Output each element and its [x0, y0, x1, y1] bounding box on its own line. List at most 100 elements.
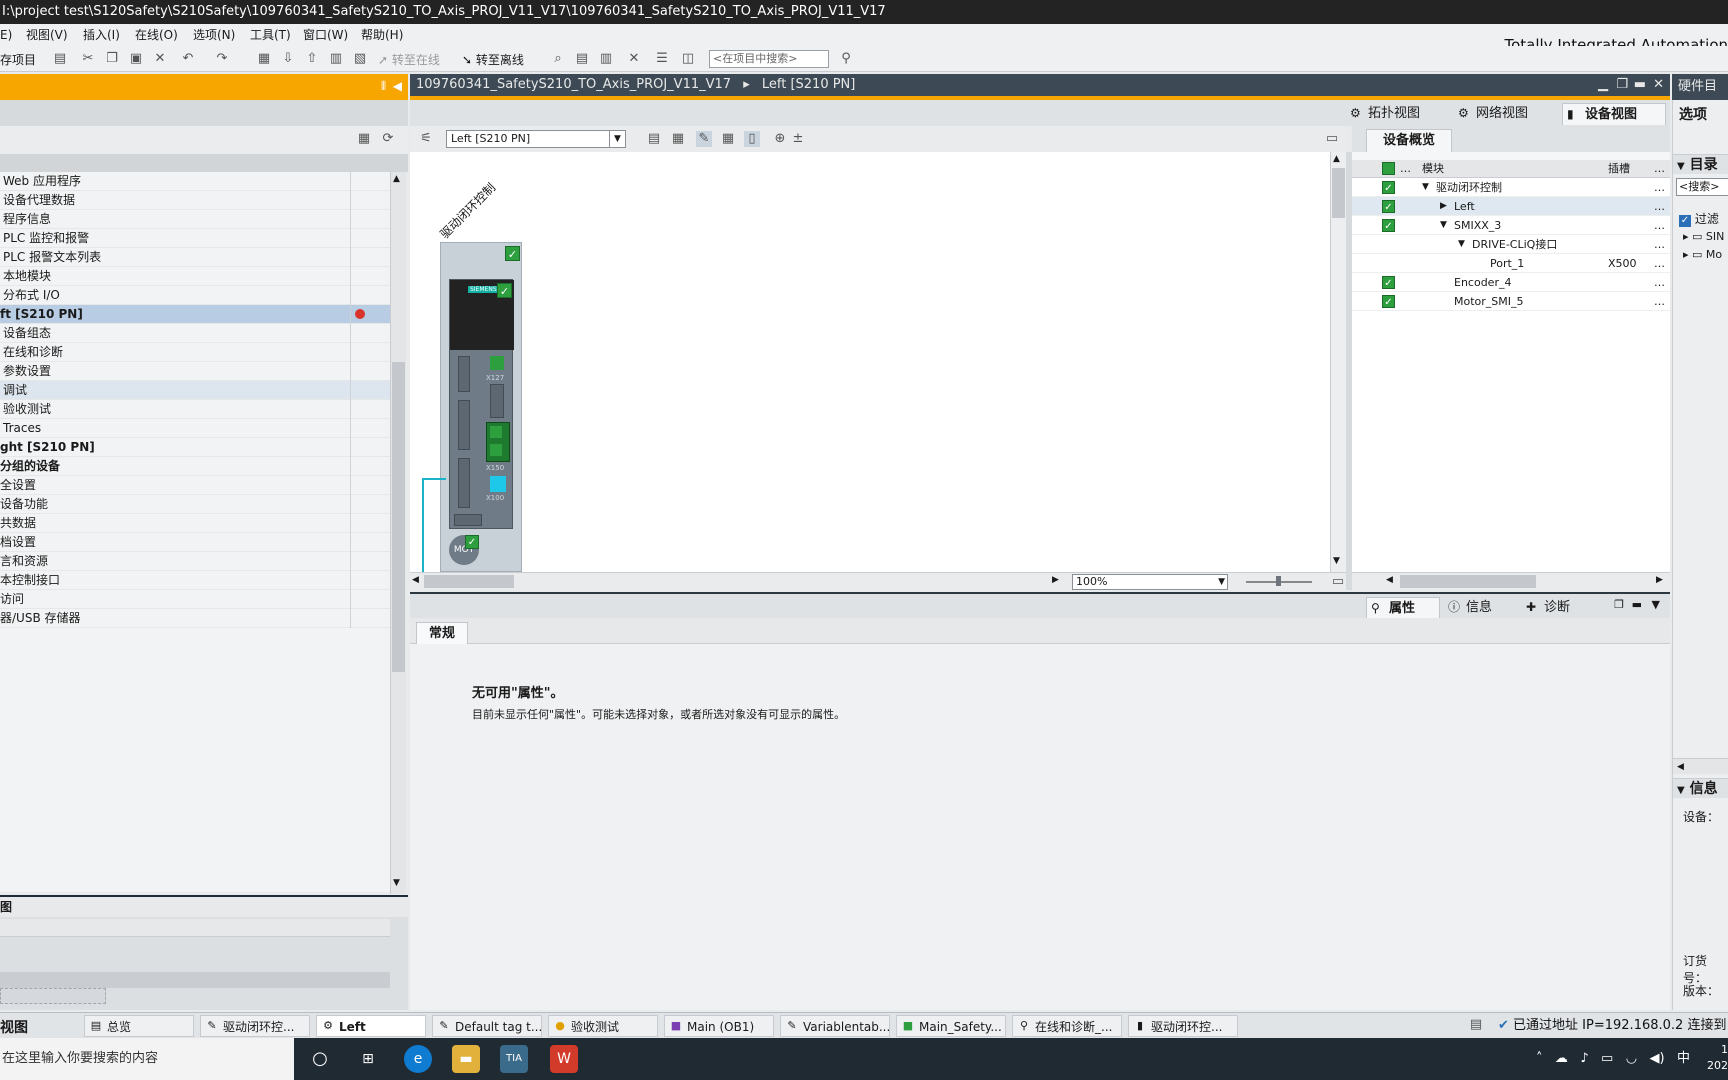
- overview-toggle-icon[interactable]: ▭: [1324, 131, 1340, 147]
- volume-icon[interactable]: ◀): [1649, 1051, 1664, 1066]
- canvas-hscroll-thumb[interactable]: [424, 575, 514, 588]
- canvas-scroll-down-icon[interactable]: ▼: [1333, 556, 1340, 566]
- tab-properties[interactable]: ⚲ 属性: [1366, 597, 1440, 619]
- mic-icon[interactable]: ♪: [1580, 1051, 1588, 1066]
- page-break-icon[interactable]: ▯: [744, 131, 760, 147]
- redo-icon[interactable]: ↷: [214, 51, 230, 67]
- tree-item[interactable]: ght [S210 PN]: [0, 438, 390, 457]
- project-tree-scrollbar[interactable]: ▲ ▼: [390, 172, 406, 894]
- tree-item[interactable]: 档设置: [0, 533, 390, 552]
- cloud-icon[interactable]: ☁: [1555, 1051, 1568, 1066]
- tab-diagnostics[interactable]: ✚ 诊断: [1522, 597, 1596, 619]
- file-explorer-icon[interactable]: ▬: [452, 1045, 480, 1073]
- menu-edit[interactable]: E): [0, 24, 12, 46]
- tree-item[interactable]: 访问: [0, 590, 390, 609]
- tree-item[interactable]: ft [S210 PN]: [0, 305, 390, 324]
- tab-acceptance-test[interactable]: ● 验收测试: [548, 1015, 658, 1037]
- simulate-icon[interactable]: ▥: [328, 51, 344, 67]
- overview-row[interactable]: ✓ Encoder_4…: [1352, 273, 1670, 292]
- fit-view-icon[interactable]: ▭: [1330, 574, 1346, 590]
- overview-row[interactable]: ✓ ▼ SMIXX_3…: [1352, 216, 1670, 235]
- overview-more-icon[interactable]: …: [1654, 292, 1665, 311]
- tab-default-tag[interactable]: ✎ Default tag t...: [432, 1015, 542, 1037]
- edge-icon[interactable]: e: [404, 1045, 432, 1073]
- catalog-search-input[interactable]: <搜索>: [1676, 178, 1728, 196]
- device-tool-icon[interactable]: ⚟: [418, 131, 434, 147]
- catalog-tab[interactable]: 硬件目: [1672, 74, 1728, 100]
- tree-item[interactable]: 共数据: [0, 514, 390, 533]
- tree-item[interactable]: 分组的设备: [0, 457, 390, 476]
- overview-more-icon[interactable]: …: [1654, 273, 1665, 292]
- tree-item[interactable]: PLC 报警文本列表: [0, 248, 390, 267]
- breadcrumb-project[interactable]: 109760341_SafetyS210_TO_Axis_PROJ_V11_V1…: [416, 77, 731, 92]
- tree-item[interactable]: 言和资源: [0, 552, 390, 571]
- device-canvas[interactable]: [410, 152, 1330, 572]
- table-view-icon[interactable]: ▦: [356, 131, 372, 147]
- windows-search-input[interactable]: 在这里输入你要搜索的内容: [0, 1038, 294, 1080]
- menu-help[interactable]: 帮助(H): [361, 24, 403, 46]
- project-search-input[interactable]: <在项目中搜索>: [709, 50, 829, 68]
- tab-main-ob1[interactable]: ■ Main (OB1): [664, 1015, 774, 1037]
- start-cpu-icon[interactable]: ▤: [574, 51, 590, 67]
- info-section[interactable]: ▼ 信息: [1673, 778, 1728, 798]
- menu-insert[interactable]: 插入(I): [83, 24, 120, 46]
- catalog-filter[interactable]: ✓ 过滤: [1679, 210, 1719, 227]
- go-online-button[interactable]: ➚ 转至在线: [378, 51, 440, 68]
- tree-item[interactable]: 设备功能: [0, 495, 390, 514]
- tree-item[interactable]: 器/USB 存储器: [0, 609, 390, 628]
- pin-icon[interactable]: ⫴: [381, 79, 386, 94]
- connection-status-icon[interactable]: ▤: [1468, 1017, 1484, 1033]
- overview-hscroll-thumb[interactable]: [1400, 575, 1536, 588]
- col-slot[interactable]: 插槽: [1608, 160, 1630, 178]
- cross-reference-icon[interactable]: ✕: [626, 51, 642, 67]
- task-view-circle-icon[interactable]: ○: [306, 1045, 334, 1073]
- catalog-item-1[interactable]: ▸ ▭ SIN: [1683, 230, 1724, 243]
- collapse-left-icon[interactable]: ◀: [393, 79, 402, 93]
- catalog-section[interactable]: ▼ 目录: [1673, 154, 1728, 174]
- overview-row[interactable]: ✓ ▼ 驱动闭环控制…: [1352, 178, 1670, 197]
- portal-view-button[interactable]: 视图: [0, 1017, 28, 1037]
- tab-network-view[interactable]: ⚙ 网络视图: [1454, 103, 1558, 125]
- network-tray-icon[interactable]: ◡: [1626, 1051, 1637, 1066]
- tree-item[interactable]: 设备代理数据: [0, 191, 390, 210]
- maximize-panel-icon[interactable]: ▬: [1632, 598, 1642, 611]
- expand-icon[interactable]: ▶: [1440, 197, 1447, 216]
- refresh-tree-icon[interactable]: ⟳: [380, 131, 396, 147]
- draw-icon[interactable]: ✎: [696, 131, 712, 147]
- wps-icon[interactable]: W: [550, 1045, 578, 1073]
- col-module[interactable]: 模块: [1422, 160, 1444, 178]
- tab-general[interactable]: 常规: [416, 622, 469, 645]
- overview-more-icon[interactable]: …: [1654, 216, 1665, 235]
- battery-icon[interactable]: ▭: [1601, 1051, 1613, 1066]
- tree-item[interactable]: 本地模块: [0, 267, 390, 286]
- clock[interactable]: 1 202: [1707, 1042, 1728, 1074]
- collapse-icon[interactable]: ▼: [1440, 216, 1447, 235]
- overview-more-icon[interactable]: …: [1654, 235, 1665, 254]
- grid-icon[interactable]: ▦: [720, 131, 736, 147]
- task-view-icon[interactable]: ⊞: [354, 1045, 382, 1073]
- tray-chevron-icon[interactable]: ˄: [1536, 1051, 1543, 1066]
- undo-icon[interactable]: ↶: [180, 51, 196, 67]
- menu-window[interactable]: 窗口(W): [303, 24, 348, 46]
- canvas-scroll-up-icon[interactable]: ▲: [1333, 154, 1340, 164]
- overview-row[interactable]: ✓ Motor_SMI_5…: [1352, 292, 1670, 311]
- s210-drive[interactable]: ✓ SIEMENS ✓ X127 X150 X100 MOT ✓: [440, 242, 522, 572]
- tab-overview[interactable]: ▤ 总览: [84, 1015, 194, 1037]
- drive-cliq-port[interactable]: [490, 476, 506, 492]
- float-panel-icon[interactable]: ❐: [1614, 598, 1624, 611]
- go-offline-button[interactable]: ➘ 转至离线: [462, 51, 524, 68]
- menu-view[interactable]: 视图(V): [26, 24, 68, 46]
- split-horizontal-icon[interactable]: ☰: [654, 51, 670, 67]
- scroll-thumb[interactable]: [392, 362, 405, 672]
- catalog-item-2[interactable]: ▸ ▭ Mo: [1683, 248, 1722, 261]
- tab-info[interactable]: ⓘ 信息: [1444, 597, 1518, 619]
- canvas-vscroll-thumb[interactable]: [1332, 168, 1345, 218]
- ime-indicator[interactable]: 中: [1677, 1051, 1690, 1066]
- split-vertical-icon[interactable]: ◫: [680, 51, 696, 67]
- tree-item[interactable]: 调试: [0, 381, 390, 400]
- zoom-slider-handle[interactable]: [1276, 576, 1281, 586]
- tab-device-view[interactable]: ▮ 设备视图: [1562, 103, 1666, 125]
- tree-item[interactable]: 全设置: [0, 476, 390, 495]
- restore-editor-icon[interactable]: ❐: [1616, 74, 1628, 96]
- paste-icon[interactable]: ▣: [128, 51, 144, 67]
